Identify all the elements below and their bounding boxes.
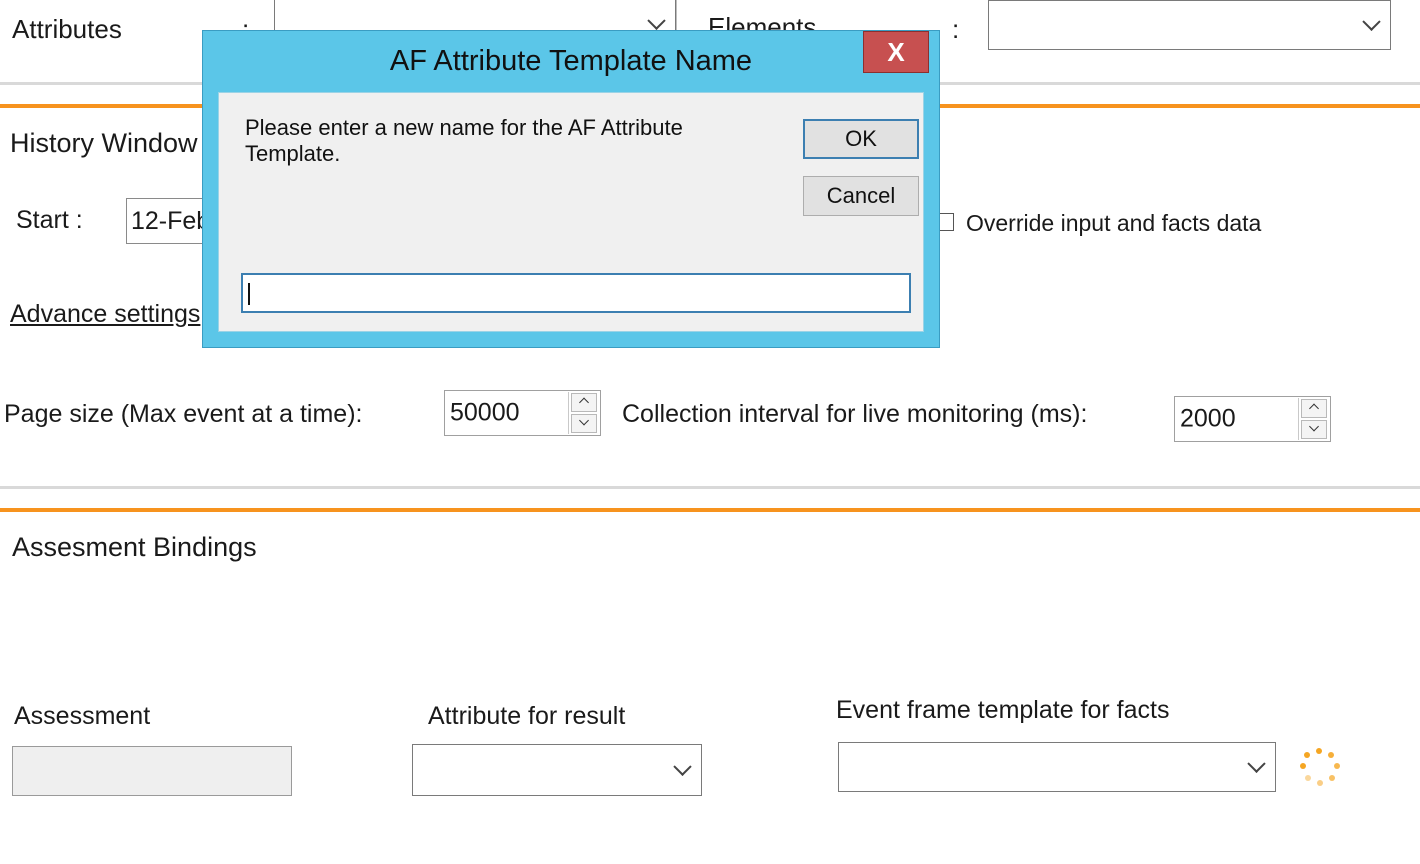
loading-spinner-icon <box>1300 748 1342 788</box>
ok-button[interactable]: OK <box>803 119 919 159</box>
panel-divider <box>0 486 1420 489</box>
assessment-bindings-title: Assesment Bindings <box>12 532 257 562</box>
stepper-buttons <box>568 392 599 434</box>
event-frame-template-dropdown[interactable] <box>838 742 1276 792</box>
page-size-stepper[interactable]: 50000 <box>444 390 601 436</box>
elements-dropdown[interactable] <box>988 0 1391 50</box>
history-window-title: History Window <box>10 128 198 158</box>
collection-interval-value: 2000 <box>1180 404 1236 433</box>
chevron-down-icon <box>673 757 692 776</box>
template-name-dialog: AF Attribute Template Name X Please ente… <box>202 30 940 348</box>
advance-settings-link[interactable]: Advance settings <box>10 300 200 329</box>
increment-icon[interactable] <box>571 393 597 412</box>
start-label: Start : <box>16 206 83 234</box>
text-caret <box>248 283 250 305</box>
chevron-down-icon <box>1247 754 1266 773</box>
close-button[interactable]: X <box>863 31 929 73</box>
page-size-value: 50000 <box>450 398 520 427</box>
dialog-message: Please enter a new name for the AF Attri… <box>245 115 683 166</box>
increment-icon[interactable] <box>1301 399 1327 418</box>
attribute-for-result-label: Attribute for result <box>428 702 626 730</box>
chevron-down-icon <box>1362 12 1381 31</box>
dialog-body: Please enter a new name for the AF Attri… <box>218 92 924 332</box>
page-size-label: Page size (Max event at a time): <box>4 400 363 428</box>
collection-interval-label: Collection interval for live monitoring … <box>622 400 1088 428</box>
cancel-button[interactable]: Cancel <box>803 176 919 216</box>
decrement-icon[interactable] <box>1301 420 1327 439</box>
close-icon: X <box>887 37 905 67</box>
chevron-down-icon <box>647 11 666 30</box>
stepper-buttons <box>1298 398 1329 440</box>
elements-colon: : <box>952 14 960 44</box>
assessment-label: Assessment <box>14 702 151 730</box>
template-name-input[interactable] <box>241 273 911 313</box>
dialog-title: AF Attribute Template Name <box>389 45 753 77</box>
collection-interval-stepper[interactable]: 2000 <box>1174 396 1331 442</box>
event-frame-template-label: Event frame template for facts <box>836 696 1170 724</box>
assessment-bindings-panel: Assesment Bindings Assessment Attribute … <box>0 508 1420 864</box>
decrement-icon[interactable] <box>571 414 597 433</box>
override-label[interactable]: Override input and facts data <box>966 210 1261 237</box>
attribute-for-result-dropdown[interactable] <box>412 744 702 796</box>
attributes-label: Attributes <box>12 14 122 44</box>
assessment-field <box>12 746 292 796</box>
